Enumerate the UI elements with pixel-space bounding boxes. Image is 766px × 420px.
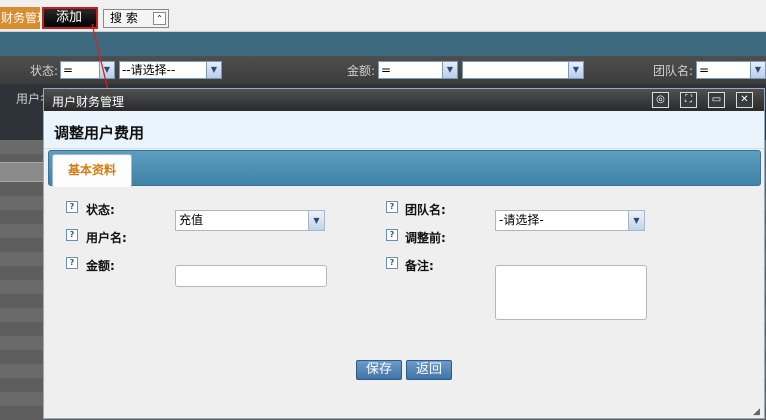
dialog-header: 调整用户费用	[44, 111, 764, 149]
remark-textarea[interactable]	[495, 265, 647, 320]
menu-tab-finance[interactable]: 财务管理	[0, 7, 40, 29]
team-label: 团队名:	[405, 203, 446, 217]
filter-status-label: 状态:	[30, 64, 59, 78]
chevron-down-icon: ▼	[628, 211, 644, 230]
maximize-icon[interactable]: ⛶	[680, 92, 697, 108]
filter-team-label: 团队名:	[653, 64, 694, 78]
filter-amount-operator-value: =	[381, 63, 392, 77]
remark-label: 备注:	[405, 259, 434, 273]
help-icon[interactable]: ?	[386, 229, 398, 241]
finance-dialog: 用户财务管理 ◎ ⛶ ▭ ✕ 调整用户费用 基本资料 ? 状态: ? 团队名: …	[43, 88, 765, 419]
save-button[interactable]: 保存	[356, 360, 402, 380]
filter-team-operator[interactable]: = ▼	[696, 61, 766, 79]
chevron-down-icon: ▼	[206, 62, 221, 78]
status-label: 状态:	[86, 203, 115, 217]
help-icon[interactable]: ?	[386, 257, 398, 269]
status-select-box[interactable]: 充值 ▼	[175, 210, 325, 231]
resize-grip-icon[interactable]: ◢	[753, 407, 763, 417]
tab-bar: 基本资料	[48, 150, 761, 187]
amount-input[interactable]	[175, 265, 327, 287]
username-label: 用户名:	[86, 231, 127, 245]
filter-status-select[interactable]: --请选择-- ▼	[119, 61, 222, 79]
tab-basic-info[interactable]: 基本资料	[52, 154, 132, 187]
dialog-titlebar[interactable]: 用户财务管理 ◎ ⛶ ▭ ✕	[44, 89, 764, 111]
team-select[interactable]: -请选择- ▼	[495, 210, 645, 231]
filter-amount-label: 金额:	[347, 64, 376, 78]
top-toolbar: 财务管理 添加 搜 索 ⌃	[0, 0, 766, 32]
dialog-title: 用户财务管理	[52, 95, 125, 109]
chevron-down-icon: ▼	[99, 62, 114, 78]
filter-team-operator-value: =	[699, 63, 710, 77]
help-icon[interactable]: ?	[386, 201, 398, 213]
back-button[interactable]: 返回	[406, 360, 452, 380]
help-icon[interactable]: ?	[66, 201, 78, 213]
search-button-label: 搜 索	[110, 11, 138, 25]
status-value: 充值	[179, 213, 204, 227]
filter-status-operator[interactable]: = ▼	[60, 61, 115, 79]
chevron-up-icon: ⌃	[153, 12, 166, 25]
filter-amount-select[interactable]: ▼	[462, 61, 584, 79]
team-value: -请选择-	[499, 213, 544, 227]
header-band	[0, 32, 766, 56]
chevron-down-icon: ▼	[308, 211, 324, 230]
chevron-down-icon: ▼	[750, 62, 765, 78]
close-icon[interactable]: ✕	[736, 92, 753, 108]
restore-icon[interactable]: ◎	[652, 92, 669, 108]
help-icon[interactable]: ?	[66, 229, 78, 241]
list-item[interactable]	[0, 162, 44, 182]
add-button[interactable]: 添加	[42, 7, 98, 29]
help-icon[interactable]: ?	[66, 257, 78, 269]
page-title: 调整用户费用	[54, 124, 145, 142]
minimize-icon[interactable]: ▭	[708, 92, 725, 108]
chevron-down-icon: ▼	[568, 62, 583, 78]
amount-label: 金额:	[86, 259, 115, 273]
filter-amount-operator[interactable]: = ▼	[378, 61, 458, 79]
before-label: 调整前:	[405, 231, 446, 245]
chevron-down-icon: ▼	[442, 62, 457, 78]
search-button[interactable]: 搜 索 ⌃	[103, 9, 169, 28]
filter-status-operator-value: =	[63, 63, 74, 77]
edit-form: ? 状态: ? 团队名: ? 用户名: ? 调整前: ? 金额: ? 备注:	[44, 187, 764, 419]
filter-status-value: --请选择--	[122, 63, 176, 77]
